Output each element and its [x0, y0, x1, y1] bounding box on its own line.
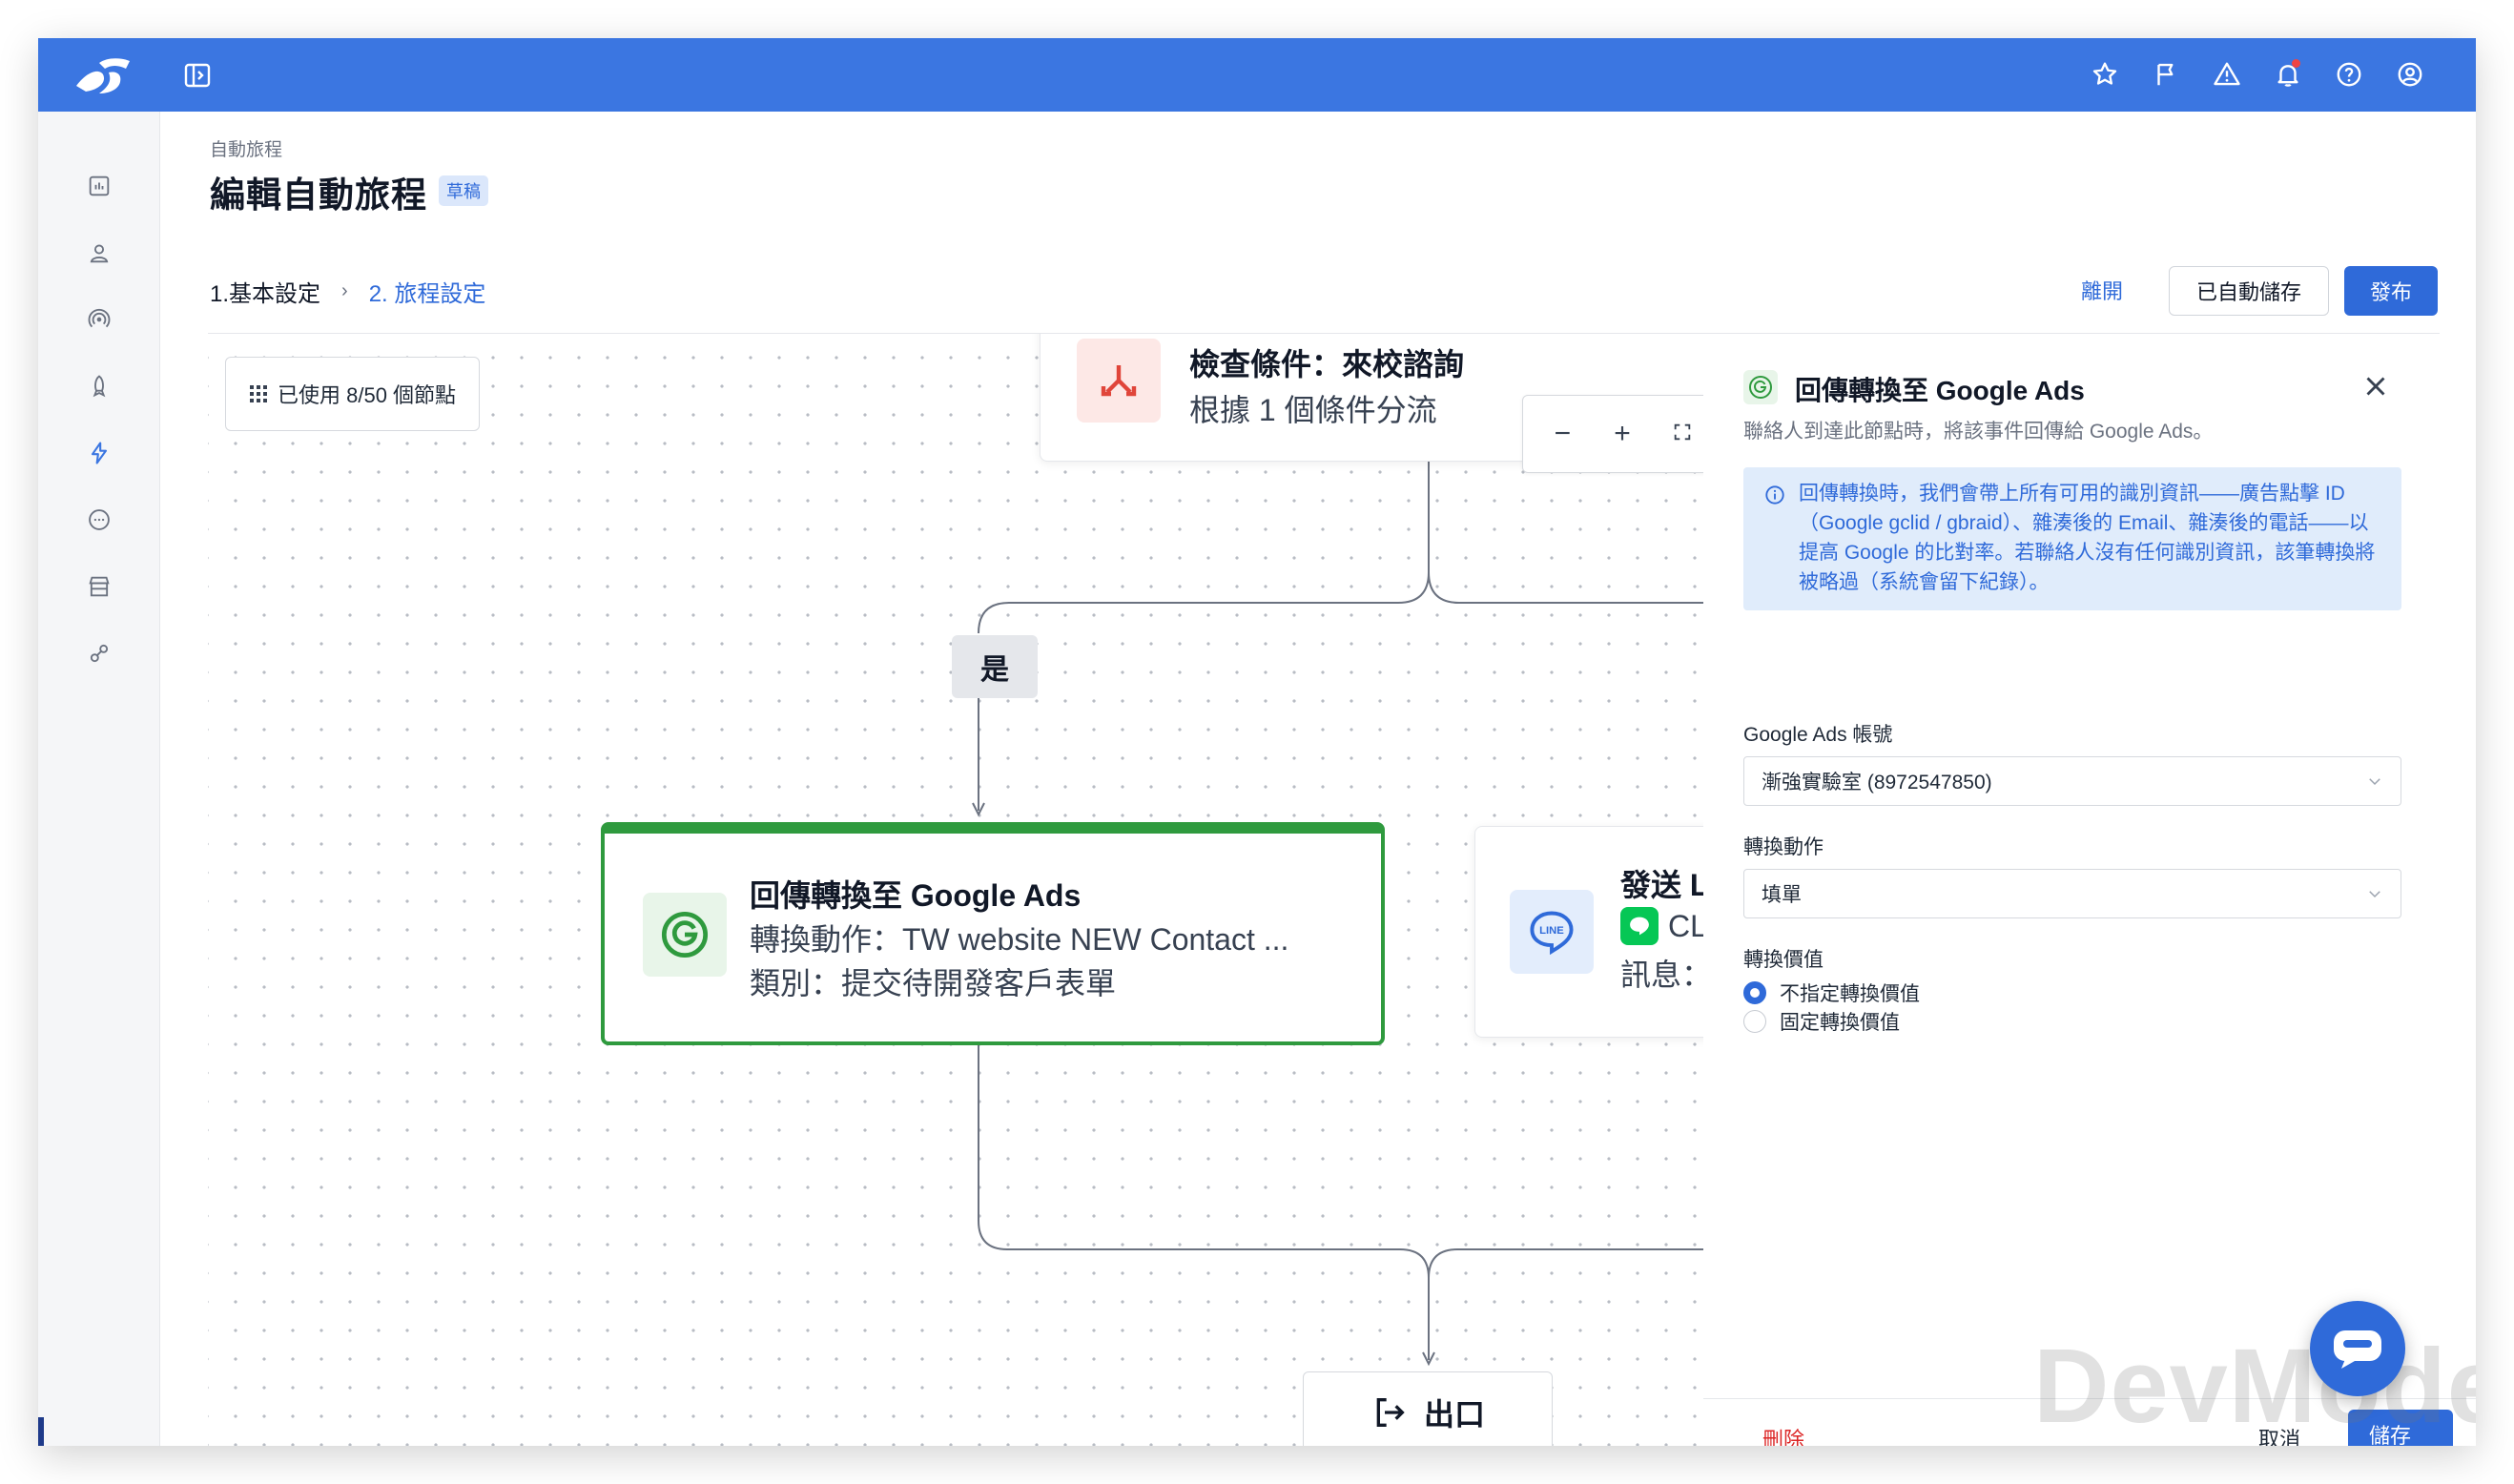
account-select[interactable]: 漸強實驗室 (8972547850): [1743, 756, 2401, 806]
exit-node[interactable]: 出口: [1303, 1371, 1553, 1446]
close-icon[interactable]: [2359, 370, 2392, 402]
sidebar: [38, 112, 160, 1446]
branch-split-icon: [1077, 339, 1161, 423]
branch-yes-label: 是: [952, 635, 1038, 698]
autosaved-button[interactable]: 已自動儲存: [2169, 266, 2329, 316]
chevron-down-icon: [2369, 891, 2380, 898]
rocket-icon[interactable]: [86, 373, 113, 400]
chevron-down-icon: [2369, 778, 2380, 786]
step-basic-settings[interactable]: 1.基本設定: [210, 275, 320, 308]
google-ads-node-category: 類別：提交待開發客戶表單: [750, 966, 1117, 1000]
journey-canvas[interactable]: 已使用 8/50 個節點 檢查條件：來校諮詢 根據 1 個條件分流 − + 是 …: [208, 334, 1703, 1446]
breadcrumb[interactable]: 自動旅程: [210, 135, 282, 161]
notification-bell-icon[interactable]: [2272, 57, 2304, 92]
fit-view-button[interactable]: [1661, 418, 1703, 450]
notification-dot: [2292, 59, 2300, 68]
stepper: 1.基本設定 › 2. 旅程設定: [210, 275, 485, 308]
line-node-message: 訊息：TI: [1620, 958, 1703, 992]
node-usage-counter: 已使用 8/50 個節點: [225, 357, 481, 431]
publish-button[interactable]: 發布: [2344, 266, 2438, 316]
chat-support-button[interactable]: [2310, 1301, 2405, 1396]
broadcast-icon[interactable]: [86, 306, 113, 333]
status-badge: 草稿: [439, 175, 488, 206]
node-settings-panel: 回傳轉換至 Google Ads 聯絡人到達此節點時，將該事件回傳給 Googl…: [1703, 334, 2476, 1446]
account-label: Google Ads 帳號: [1743, 724, 1893, 746]
google-ads-node-title: 回傳轉換至 Google Ads: [750, 878, 1082, 913]
line-message-icon: LINE: [1510, 890, 1594, 974]
line-node-title: 發送 LIN: [1620, 868, 1703, 902]
store-icon[interactable]: [86, 573, 113, 600]
zoom-out-button[interactable]: −: [1541, 418, 1583, 450]
step-journey-settings[interactable]: 2. 旅程設定: [369, 275, 486, 308]
contacts-icon[interactable]: [86, 239, 113, 266]
leave-button[interactable]: 離開: [2081, 275, 2123, 305]
radio-unspecified-value[interactable]: 不指定轉換價值: [1743, 979, 1920, 1007]
integration-icon[interactable]: [86, 640, 113, 667]
google-ads-conversion-icon: [643, 893, 727, 977]
line-brand-icon: [1620, 907, 1659, 945]
automation-lightning-icon[interactable]: [86, 440, 113, 466]
chat-icon[interactable]: [86, 506, 113, 533]
brand-logo[interactable]: [71, 53, 137, 97]
line-message-node[interactable]: LINE 發送 LIN CL E 訊息：TI: [1474, 826, 1703, 1038]
line-node-channel-text: CL E: [1668, 908, 1703, 943]
exit-icon: [1376, 1398, 1405, 1427]
info-callout-text: 回傳轉換時，我們會帶上所有可用的識別資訊——廣告點擊 ID（Google gcl…: [1799, 483, 2376, 593]
app-window: 自動旅程 編輯自動旅程 草稿 1.基本設定 › 2. 旅程設定 離開 已自動儲存…: [38, 38, 2476, 1446]
node-usage-text: 已使用 8/50 個節點: [278, 383, 457, 407]
warning-icon[interactable]: [2211, 57, 2243, 92]
condition-title: 檢查條件：來校諮詢: [1189, 347, 1465, 381]
line-icon-text: LINE: [1539, 925, 1564, 937]
watermark-text: DevMode: [2033, 1328, 2476, 1445]
delete-button[interactable]: 刪除: [1762, 1423, 1804, 1446]
conversion-value-label: 轉換價值: [1743, 949, 1824, 971]
radio-fixed-label: 固定轉換價值: [1780, 1012, 1900, 1034]
info-callout: 回傳轉換時，我們會帶上所有可用的識別資訊——廣告點擊 ID（Google gcl…: [1743, 467, 2401, 610]
sidebar-toggle-icon[interactable]: [183, 61, 212, 90]
fullscreen-icon: [1674, 423, 1690, 441]
flag-icon[interactable]: [2150, 57, 2182, 92]
step-separator: ›: [341, 280, 348, 301]
sidebar-accent: [38, 1417, 44, 1446]
chat-bubble-icon: [2334, 1330, 2381, 1369]
zoom-in-button[interactable]: +: [1601, 418, 1643, 450]
page-title: 編輯自動旅程: [210, 175, 427, 215]
conversion-action-value: 填單: [1762, 884, 1802, 906]
dashboard-icon[interactable]: [86, 173, 113, 199]
conversion-action-label: 轉換動作: [1743, 836, 1824, 858]
google-ads-icon: [1743, 370, 1778, 404]
radio-unspecified-label: 不指定轉換價值: [1780, 983, 1920, 1005]
radio-selected-indicator: [1743, 981, 1766, 1004]
account-select-value: 漸強實驗室 (8972547850): [1762, 772, 1992, 794]
zoom-controls: − +: [1522, 395, 1703, 473]
top-bar: [38, 38, 2476, 112]
line-node-channel: CL E: [1620, 907, 1703, 945]
user-account-icon[interactable]: [2394, 57, 2426, 92]
panel-description: 聯絡人到達此節點時，將該事件回傳給 Google Ads。: [1743, 421, 2214, 443]
google-ads-node-action: 轉換動作：TW website NEW Contact ...: [750, 922, 1289, 957]
panel-title: 回傳轉換至 Google Ads: [1795, 376, 2085, 405]
info-icon: [1765, 485, 1784, 505]
exit-node-label: 出口: [1423, 1397, 1485, 1432]
condition-subtitle: 根據 1 個條件分流: [1189, 393, 1437, 427]
radio-unselected-indicator: [1743, 1010, 1766, 1033]
google-ads-node[interactable]: 回傳轉換至 Google Ads 轉換動作：TW website NEW Con…: [601, 822, 1385, 1045]
star-icon[interactable]: [2089, 57, 2121, 92]
radio-fixed-value[interactable]: 固定轉換價值: [1743, 1007, 1900, 1036]
conversion-action-select[interactable]: 填單: [1743, 869, 2401, 918]
grid-icon: [250, 385, 267, 402]
help-icon[interactable]: [2333, 57, 2365, 92]
